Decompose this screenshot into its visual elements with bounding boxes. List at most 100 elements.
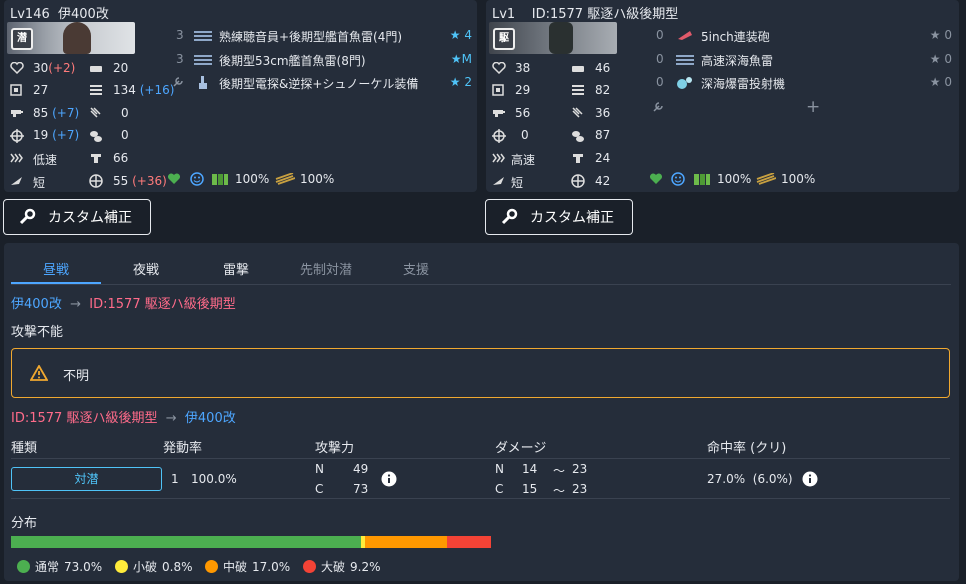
right-los: 87 — [595, 128, 611, 142]
morale-heart-icon — [649, 173, 663, 184]
equipment-row[interactable]: 0 深海爆雷投射機 ★ 0 — [656, 75, 952, 91]
range-icon — [493, 177, 504, 185]
header-hit: 命中率 (クリ) — [707, 441, 787, 456]
left-firepower-mod: (+7) — [52, 106, 80, 120]
tab-night-battle[interactable]: 夜戦 — [101, 259, 191, 278]
defender-name[interactable]: ID:1577 駆逐ハ級後期型 — [89, 297, 235, 312]
right-accuracy: 42 — [595, 174, 611, 188]
star-icon: ★ — [450, 52, 462, 66]
slot-count: 3 — [176, 28, 184, 42]
right-luck: 24 — [595, 151, 611, 165]
legend-normal: 通常 73.0% — [17, 558, 102, 575]
wrench-icon — [501, 208, 518, 225]
header-power: 攻撃力 — [315, 441, 355, 456]
torpedo-equip-icon — [676, 55, 694, 65]
equipment-row[interactable]: 3 後期型53cm艦首魚雷(8門) ★M — [176, 52, 472, 68]
morale-heart-icon — [167, 173, 181, 184]
gun-icon — [678, 31, 692, 40]
left-name: 伊400改 — [58, 7, 109, 22]
accuracy-icon — [571, 174, 585, 188]
custom-button-label: カスタム補正 — [530, 210, 614, 226]
legend-dot — [303, 560, 316, 573]
damage-crit-sep: ～ — [553, 484, 566, 498]
left-firepower: 85 — [33, 106, 49, 120]
distribution-segment — [11, 536, 362, 548]
equipment-name: 深海爆雷投射機 — [701, 77, 786, 91]
distribution-title: 分布 — [11, 516, 38, 531]
damage-normal-min: 14 — [522, 462, 538, 476]
info-icon[interactable] — [802, 471, 818, 487]
tab-divider — [11, 284, 951, 285]
evasion-icon — [492, 84, 504, 96]
equipment-row[interactable]: 0 高速深海魚雷 ★ 0 — [656, 52, 952, 68]
legend-label: 小破 — [133, 560, 158, 574]
evasion-icon — [10, 84, 22, 96]
right-level: Lv1 — [492, 7, 516, 22]
equipment-name: 後期型電探&逆探+シュノーケル装備 — [219, 77, 419, 91]
attacker-name[interactable]: 伊400改 — [11, 297, 62, 312]
right-ship-card: Lv1 ID:1577 駆逐ハ級後期型 駆 38 46 29 82 56 36 … — [486, 0, 959, 192]
improvement-level: 0 — [944, 52, 952, 66]
right-custom-button[interactable]: カスタム補正 — [485, 199, 633, 235]
tab-day-battle[interactable]: 昼戦 — [11, 259, 101, 278]
left-luck: 66 — [113, 151, 129, 165]
ship-portrait — [63, 22, 91, 54]
equipment-row[interactable]: 3 熟練聴音員+後期型艦首魚雷(4門) ★ 4 — [176, 28, 472, 44]
tab-torpedo[interactable]: 雷撃 — [191, 259, 281, 278]
equipment-name: 後期型53cm艦首魚雷(8門) — [219, 54, 366, 68]
header-rate: 発動率 — [163, 441, 203, 456]
slot-count: 0 — [656, 28, 664, 42]
left-accuracy-mod: (+36) — [132, 174, 167, 188]
legend-label: 通常 — [35, 560, 60, 574]
table-row-divider — [11, 498, 950, 499]
left-torpedo: 19 — [33, 128, 49, 142]
attack-count: 1 — [171, 472, 179, 486]
left-evasion: 27 — [33, 83, 49, 97]
firepower-icon — [493, 110, 505, 117]
equipment-name: 熟練聴音員+後期型艦首魚雷(4門) — [219, 30, 403, 44]
star-icon: ★ — [929, 52, 941, 66]
tab-opening-asw[interactable]: 先制対潜 — [281, 259, 371, 278]
improvement-level: M — [461, 52, 472, 66]
star-icon: ★ — [449, 75, 461, 89]
add-equipment-button[interactable]: + — [806, 97, 820, 117]
snorkel-icon — [199, 76, 207, 89]
left-armor: 20 — [113, 61, 129, 75]
enemy-portrait — [549, 22, 573, 54]
damage-crit-label: C — [495, 482, 504, 496]
armor-icon — [90, 66, 102, 72]
tab-support[interactable]: 支援 — [371, 259, 461, 278]
defender-name[interactable]: 伊400改 — [185, 411, 236, 426]
luck-icon — [91, 154, 101, 163]
asw-icon — [90, 107, 101, 118]
legend-label: 大破 — [321, 560, 346, 574]
header-type: 種類 — [11, 441, 38, 456]
legend-dot — [17, 560, 30, 573]
left-speed: 低速 — [33, 153, 58, 167]
left-ammo-pct: 100% — [300, 172, 335, 186]
custom-button-label: カスタム補正 — [48, 210, 132, 226]
left-custom-button[interactable]: カスタム補正 — [3, 199, 151, 235]
wrench-icon[interactable] — [652, 101, 664, 113]
speed-icon — [492, 153, 505, 163]
info-icon[interactable] — [381, 471, 397, 487]
wrench-icon — [173, 77, 183, 87]
right-ammo-pct: 100% — [781, 172, 816, 186]
equipment-row[interactable]: 0 5inch連装砲 ★ 0 — [656, 28, 952, 44]
improvement-level: 0 — [944, 28, 952, 42]
legend-value: 73.0% — [64, 559, 103, 574]
improvement-level: 0 — [944, 75, 952, 89]
legend-dot — [115, 560, 128, 573]
left-hp: 30 — [33, 61, 49, 75]
damage-normal-label: N — [495, 462, 504, 476]
right-fuel-pct: 100% — [717, 172, 752, 186]
legend-moderate: 中破 17.0% — [205, 558, 290, 575]
torpedo-equip-icon — [194, 55, 212, 65]
left-ship-banner: 潜 — [7, 22, 135, 54]
equipment-name: 5inch連装砲 — [701, 30, 770, 44]
attacker-name[interactable]: ID:1577 駆逐ハ級後期型 — [11, 411, 157, 426]
warning-icon — [30, 365, 48, 381]
left-hp-mod: (+2) — [48, 61, 76, 75]
legend-heavy: 大破 9.2% — [303, 558, 381, 575]
right-aa: 82 — [595, 83, 611, 97]
